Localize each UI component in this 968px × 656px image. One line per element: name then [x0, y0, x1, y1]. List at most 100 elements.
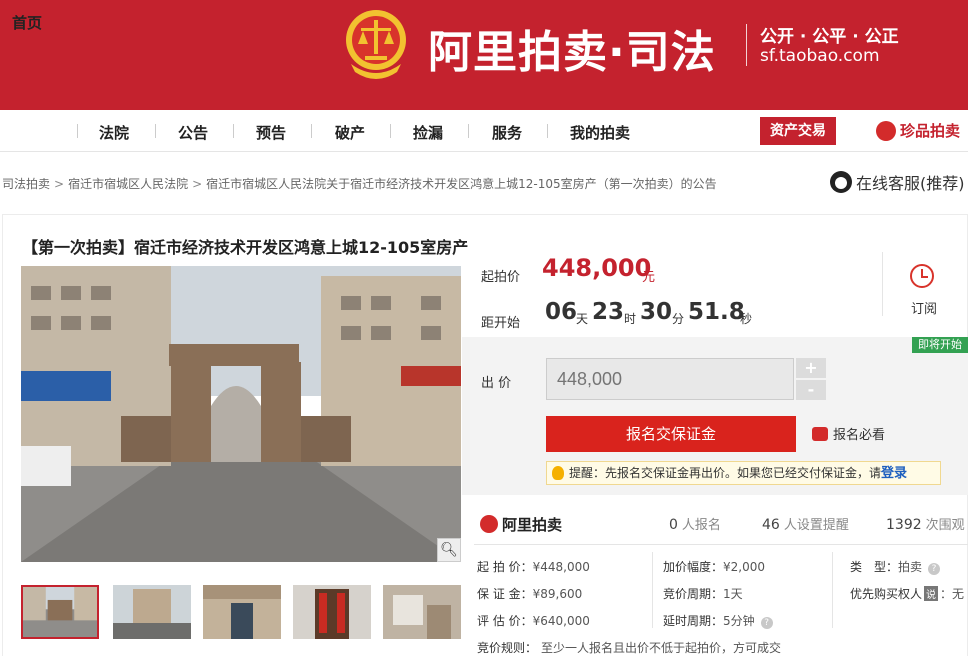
info-value: ¥640,000	[532, 614, 590, 628]
customer-service-icon	[830, 171, 852, 193]
info-value: ¥2,000	[723, 560, 766, 574]
lightbulb-icon	[552, 466, 564, 480]
must-see-label: 报名必看	[833, 428, 886, 443]
status-badge: 即将开始	[912, 337, 968, 353]
info-key: 加价幅度：	[663, 560, 724, 574]
info-appraisal: 评 估 价：¥640,000	[477, 612, 590, 629]
countdown-label: 距开始	[481, 316, 521, 331]
item-title: 【第一次拍卖】宿迁市经济技术开发区鸿意上城12-105室房产	[22, 238, 469, 257]
info-key: 竞价规则：	[477, 641, 538, 655]
price-currency: 元	[642, 270, 656, 285]
countdown-seconds: 51.8	[688, 299, 745, 325]
info-deposit: 保 证 金：¥89,600	[477, 585, 582, 602]
bid-increase-button[interactable]: +	[796, 358, 826, 378]
nav-item-zhenpin[interactable]: 珍品拍卖	[900, 120, 960, 141]
alarm-clock-icon	[910, 264, 934, 288]
breadcrumb: 司法拍卖 > 宿迁市宿城区人民法院 > 宿迁市宿城区人民法院关于宿迁市经济技术开发区鸿意…	[2, 175, 717, 192]
court-emblem-icon	[346, 10, 406, 79]
nav-item-home[interactable]: 首页	[12, 12, 42, 33]
info-value: 5分钟	[723, 614, 755, 628]
start-price-label: 起拍价	[481, 270, 521, 285]
nav-item-bankruptcy[interactable]: 破产	[335, 122, 365, 143]
nav-divider	[155, 124, 156, 138]
breadcrumb-link[interactable]: 司法拍卖	[2, 177, 50, 191]
view-count: 1392 次围观	[886, 514, 965, 533]
bid-amount-input[interactable]	[546, 358, 794, 400]
info-extension: 延时周期：5分钟?	[663, 612, 773, 629]
photo-thumbnail[interactable]	[203, 585, 281, 639]
divider	[652, 552, 653, 628]
zhenpin-logo-icon	[876, 121, 896, 141]
countdown-days: 06	[545, 299, 578, 325]
brand-slogan: 公开 · 公平 · 公正	[760, 27, 899, 47]
countdown-hours-unit: 时	[624, 312, 637, 326]
subscribe-label: 订阅	[911, 302, 938, 317]
ali-auction-label: 阿里拍卖	[502, 516, 563, 534]
info-value: ：无	[940, 587, 965, 601]
info-key: 保 证 金：	[477, 587, 533, 601]
bid-label: 出 价	[481, 376, 512, 391]
nav-item-bargain[interactable]: 捡漏	[413, 122, 443, 143]
reminder-number: 46	[762, 517, 780, 533]
photo-thumbnail[interactable]	[383, 585, 461, 639]
info-type: 类 型：拍卖?	[850, 558, 941, 575]
photo-thumbnail[interactable]	[21, 585, 99, 639]
must-see-link[interactable]: 报名必看	[812, 424, 885, 443]
nav-item-court[interactable]: 法院	[99, 122, 129, 143]
info-period: 竞价周期：1天	[663, 585, 743, 602]
reminder-count: 46 人设置提醒	[762, 514, 849, 533]
photo-thumbnail[interactable]	[293, 585, 371, 639]
magnifier-icon[interactable]: 🔍︎	[437, 538, 461, 562]
info-value: 拍卖	[898, 560, 923, 574]
nav-item-service[interactable]: 服务	[492, 122, 522, 143]
info-bid-rule: 竞价规则： 至少一人报名且出价不低于起拍价，方可成交	[477, 639, 781, 656]
pay-deposit-button[interactable]: 报名交保证金	[546, 416, 796, 452]
help-icon[interactable]: ?	[928, 563, 941, 575]
bid-decrease-button[interactable]: -	[796, 380, 826, 400]
reminder-label: 人设置提醒	[783, 518, 849, 533]
divider	[474, 544, 968, 545]
help-icon[interactable]: ?	[760, 617, 773, 629]
online-service-link[interactable]: 在线客服(推荐)	[830, 170, 965, 194]
countdown-days-unit: 天	[576, 312, 589, 326]
info-value: 1天	[723, 587, 743, 601]
countdown-hours: 23	[592, 299, 625, 325]
countdown-minutes: 30	[640, 299, 673, 325]
view-number: 1392	[886, 517, 922, 533]
breadcrumb-separator: >	[54, 177, 65, 191]
signup-number: 0	[669, 517, 678, 533]
info-value: 至少一人报名且出价不低于起拍价，方可成交	[541, 641, 782, 655]
view-label: 次围观	[925, 518, 965, 533]
nav-item-preview[interactable]: 预告	[256, 122, 286, 143]
nav-item-announcement[interactable]: 公告	[178, 122, 208, 143]
photo-thumbnail[interactable]	[113, 585, 191, 639]
brand-url: sf.taobao.com	[760, 46, 880, 66]
nav-item-my-auction[interactable]: 我的拍卖	[570, 122, 630, 143]
nav-divider	[311, 124, 312, 138]
nav-divider	[233, 124, 234, 138]
breadcrumb-separator: >	[192, 177, 203, 191]
info-value: ¥89,600	[532, 587, 583, 601]
info-key: 竞价周期：	[663, 587, 724, 601]
countdown-minutes-unit: 分	[672, 312, 685, 326]
login-link[interactable]: 登录	[881, 466, 907, 481]
nav-item-asset-trading[interactable]: 资产交易	[760, 117, 836, 145]
brand-title[interactable]: 阿里拍卖·司法	[428, 16, 716, 80]
divider	[832, 552, 833, 628]
info-key: 起 拍 价：	[477, 560, 533, 574]
reminder-tip: 提醒：先报名交保证金再出价。如果您已经交付保证金，请登录	[546, 461, 941, 485]
explain-badge[interactable]: 说	[924, 586, 939, 601]
info-value: ¥448,000	[532, 560, 590, 574]
info-priority-buyer: 优先购买权人说：无	[850, 585, 964, 602]
brand-separator	[746, 24, 747, 66]
breadcrumb-link[interactable]: 宿迁市宿城区人民法院	[68, 177, 188, 191]
main-photo[interactable]	[21, 266, 461, 562]
info-increment: 加价幅度：¥2,000	[663, 558, 765, 575]
nav-divider	[77, 124, 78, 138]
signup-count: 0 人报名	[669, 514, 721, 533]
coins-icon	[812, 427, 828, 441]
countdown-seconds-unit: 秒	[740, 312, 753, 326]
info-key: 类 型：	[850, 560, 899, 574]
nav-divider	[390, 124, 391, 138]
breadcrumb-current: 宿迁市宿城区人民法院关于宿迁市经济技术开发区鸿意上城12-105室房产（第一次拍…	[206, 177, 717, 191]
